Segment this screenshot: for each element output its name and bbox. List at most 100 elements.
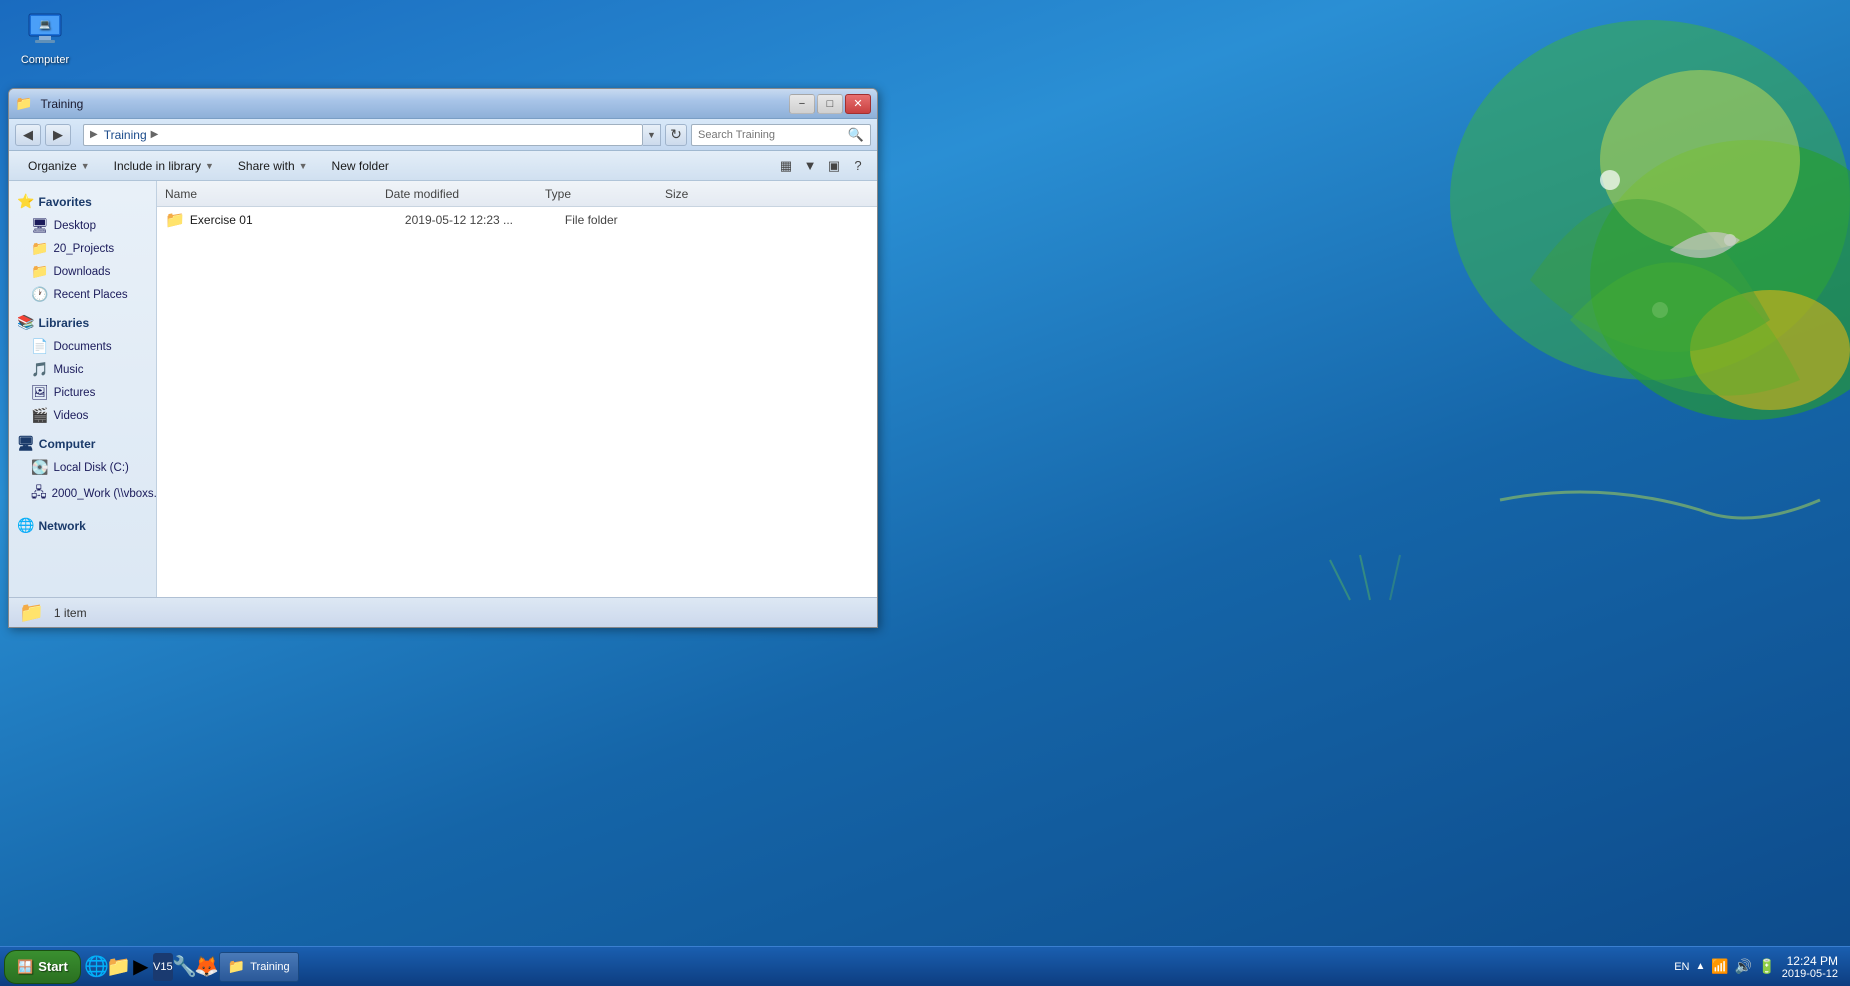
status-icon: 📁	[19, 600, 44, 625]
libraries-section: 📚 Libraries 📄 Documents 🎵 Music 🖼 Pictur…	[9, 310, 156, 427]
col-type-header[interactable]: Type	[545, 187, 665, 201]
include-in-library-button[interactable]: Include in library ▼	[103, 155, 225, 177]
file-item-name: Exercise 01	[190, 213, 405, 227]
new-folder-button[interactable]: New folder	[321, 155, 400, 177]
sidebar-item-desktop[interactable]: 🖥 Desktop	[9, 214, 156, 237]
taskbar-tool-icon[interactable]: 🔧	[175, 957, 195, 977]
network-drive-icon: 🖧	[31, 482, 47, 506]
folder-title-icon: 📁	[15, 95, 32, 112]
organize-arrow: ▼	[81, 161, 90, 171]
file-item-type: File folder	[565, 213, 685, 227]
view-buttons: ▦ ▼ ▣ ?	[775, 155, 869, 177]
taskbar-ie-icon[interactable]: 🌐	[87, 957, 107, 977]
table-row[interactable]: 📁 Exercise 01 2019-05-12 12:23 ... File …	[157, 207, 877, 233]
view-dropdown-btn[interactable]: ▼	[799, 155, 821, 177]
minimize-button[interactable]: −	[789, 94, 815, 114]
breadcrumb[interactable]: ▶ Training ▶	[83, 124, 643, 146]
col-name-header[interactable]: Name	[165, 187, 385, 201]
clock-date: 2019-05-12	[1782, 968, 1838, 980]
organize-button[interactable]: Organize ▼	[17, 155, 101, 177]
file-item-date: 2019-05-12 12:23 ...	[405, 213, 565, 227]
view-preview-btn[interactable]: ▣	[823, 155, 845, 177]
taskbar-explorer-item[interactable]: 📁 Training	[219, 952, 299, 982]
downloads-icon: 📁	[31, 263, 48, 280]
share-arrow: ▼	[299, 161, 308, 171]
taskbar-firefox-icon[interactable]: 🦊	[197, 957, 217, 977]
localc-icon: 💽	[31, 459, 48, 476]
computer-header[interactable]: 🖥 Computer	[9, 431, 156, 456]
sidebar-item-network-drive[interactable]: 🖧 2000_Work (\\vboxs...	[9, 479, 156, 509]
videos-icon: 🎬	[31, 407, 48, 424]
taskbar-tia-icon[interactable]: V15	[153, 953, 173, 981]
include-arrow: ▼	[205, 161, 214, 171]
sidebar-item-music[interactable]: 🎵 Music	[9, 358, 156, 381]
status-bar: 📁 1 item	[9, 597, 877, 627]
file-list-header: Name Date modified Type Size	[157, 181, 877, 207]
system-tray: EN ▲ 📶 🔊 🔋 12:24 PM 2019-05-12	[1666, 954, 1846, 980]
taskbar-folder-icon[interactable]: 📁	[109, 957, 129, 977]
tray-lang[interactable]: EN	[1674, 961, 1689, 973]
network-section: 🌐 Network	[9, 513, 156, 538]
breadcrumb-arrow1: ▶	[90, 129, 98, 140]
favorites-section: ⭐ Favorites 🖥 Desktop 📁 20_Projects 📁 Do…	[9, 189, 156, 306]
sidebar-item-20projects[interactable]: 📁 20_Projects	[9, 237, 156, 260]
recent-places-icon: 🕐	[31, 286, 48, 303]
status-text: 1 item	[54, 606, 87, 620]
taskbar-media-icon[interactable]: ▶	[131, 957, 151, 977]
toolbar: Organize ▼ Include in library ▼ Share wi…	[9, 151, 877, 181]
explorer-window: 📁 Training − □ ✕ ◀ ▶ ▶ Training ▶ ▼ ↻ 🔍	[8, 88, 878, 628]
view-list-btn[interactable]: ▦	[775, 155, 797, 177]
computer-icon: 💻	[25, 10, 65, 50]
libraries-header[interactable]: 📚 Libraries	[9, 310, 156, 335]
back-button[interactable]: ◀	[15, 124, 41, 146]
desktop-item-icon: 🖥	[31, 217, 49, 234]
desktop-computer-icon[interactable]: 💻 Computer	[10, 10, 80, 66]
taskbar-items: 🌐 📁 ▶ V15 🔧 🦊 📁 Training	[87, 952, 1660, 982]
breadcrumb-path[interactable]: Training	[104, 128, 147, 142]
taskbar-item-icon: 📁	[228, 958, 245, 975]
20projects-icon: 📁	[31, 240, 48, 257]
sidebar-item-recent-places[interactable]: 🕐 Recent Places	[9, 283, 156, 306]
title-controls: − □ ✕	[789, 94, 871, 114]
sidebar-item-localc[interactable]: 💽 Local Disk (C:)	[9, 456, 156, 479]
favorites-header[interactable]: ⭐ Favorites	[9, 189, 156, 214]
search-icon[interactable]: 🔍	[848, 127, 864, 143]
desktop-background	[950, 0, 1850, 650]
favorites-icon: ⭐	[17, 193, 34, 210]
svg-text:💻: 💻	[39, 19, 50, 29]
address-bar: ◀ ▶ ▶ Training ▶ ▼ ↻ 🔍	[9, 119, 877, 151]
share-with-button[interactable]: Share with ▼	[227, 155, 319, 177]
clock[interactable]: 12:24 PM 2019-05-12	[1782, 954, 1838, 980]
breadcrumb-dropdown[interactable]: ▼	[643, 124, 661, 146]
tray-arrow[interactable]: ▲	[1696, 961, 1706, 972]
breadcrumb-arrow2: ▶	[151, 129, 159, 140]
tray-sound-icon[interactable]: 🔊	[1735, 958, 1752, 975]
sidebar-item-videos[interactable]: 🎬 Videos	[9, 404, 156, 427]
sidebar: ⭐ Favorites 🖥 Desktop 📁 20_Projects 📁 Do…	[9, 181, 157, 597]
tray-network-icon[interactable]: 📶	[1711, 958, 1728, 975]
search-input[interactable]	[698, 129, 844, 141]
help-button[interactable]: ?	[847, 155, 869, 177]
taskbar: 🪟 Start 🌐 📁 ▶ V15 🔧 🦊 📁 Training EN ▲ 📶 …	[0, 946, 1850, 986]
computer-section: 🖥 Computer 💽 Local Disk (C:) 🖧 2000_Work…	[9, 431, 156, 509]
file-area: Name Date modified Type Size 📁 Exercise …	[157, 181, 877, 597]
title-bar: 📁 Training − □ ✕	[9, 89, 877, 119]
close-button[interactable]: ✕	[845, 94, 871, 114]
sidebar-item-pictures[interactable]: 🖼 Pictures	[9, 381, 156, 404]
file-row-icon: 📁	[165, 210, 185, 230]
tray-battery-icon[interactable]: 🔋	[1758, 958, 1775, 975]
main-content: ⭐ Favorites 🖥 Desktop 📁 20_Projects 📁 Do…	[9, 181, 877, 597]
sidebar-item-downloads[interactable]: 📁 Downloads	[9, 260, 156, 283]
refresh-button[interactable]: ↻	[665, 124, 687, 146]
maximize-button[interactable]: □	[817, 94, 843, 114]
search-area[interactable]: 🔍	[691, 124, 871, 146]
forward-button[interactable]: ▶	[45, 124, 71, 146]
col-size-header[interactable]: Size	[665, 187, 745, 201]
sidebar-item-documents[interactable]: 📄 Documents	[9, 335, 156, 358]
col-date-header[interactable]: Date modified	[385, 187, 545, 201]
start-button[interactable]: 🪟 Start	[4, 950, 81, 984]
clock-time: 12:24 PM	[1782, 954, 1838, 968]
network-header[interactable]: 🌐 Network	[9, 513, 156, 538]
music-icon: 🎵	[31, 361, 48, 378]
window-title: Training	[40, 97, 83, 111]
